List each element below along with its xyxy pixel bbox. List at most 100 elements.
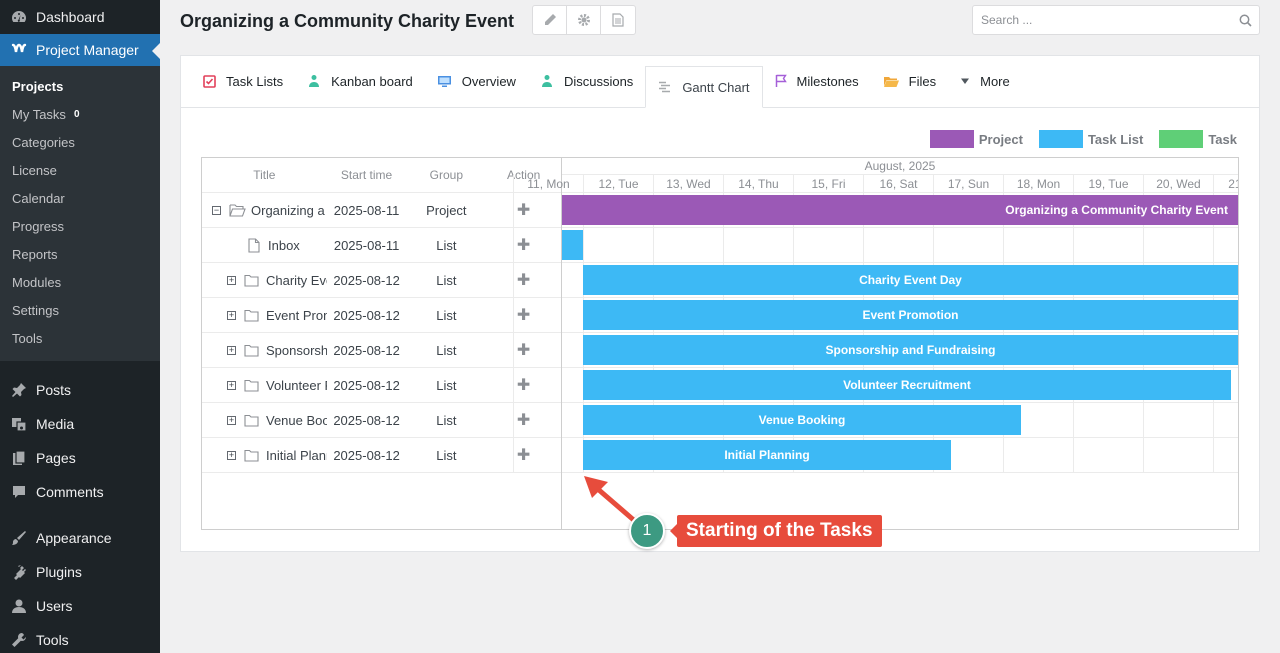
row-title[interactable]: + Sponsorship and Fundraising bbox=[202, 343, 327, 358]
expand-toggle[interactable]: + bbox=[227, 310, 236, 320]
row-group: Project bbox=[426, 202, 467, 218]
table-row[interactable]: + Venue Booking 2025-08-12 List ✚ bbox=[202, 403, 561, 438]
task-list-bar[interactable]: Initial Planning bbox=[583, 440, 951, 470]
expand-toggle[interactable]: + bbox=[227, 345, 236, 355]
settings-button[interactable] bbox=[567, 6, 601, 34]
add-button[interactable]: ✚ bbox=[486, 200, 561, 220]
table-row[interactable]: Inbox 2025-08-11 List ✚ bbox=[202, 228, 561, 263]
submenu-my-tasks[interactable]: My Tasks 0 bbox=[0, 101, 160, 129]
row-title[interactable]: + Charity Event Day bbox=[202, 273, 327, 288]
submenu-label: Projects bbox=[12, 79, 64, 94]
admin-sidebar: Dashboard Project Manager Projects My Ta… bbox=[0, 0, 160, 653]
add-button[interactable]: ✚ bbox=[486, 270, 561, 290]
submenu-label: Reports bbox=[12, 247, 58, 262]
submenu-projects[interactable]: Projects bbox=[0, 73, 160, 101]
tab-overview[interactable]: Overview bbox=[425, 55, 528, 107]
menu-project-manager[interactable]: Project Manager bbox=[0, 34, 160, 66]
add-button[interactable]: ✚ bbox=[486, 235, 561, 255]
task-list-bar[interactable]: Charity Event Day bbox=[583, 265, 1238, 295]
row-title[interactable]: + Volunteer Recruitment bbox=[202, 378, 327, 393]
expand-toggle[interactable]: + bbox=[227, 380, 236, 390]
add-button[interactable]: ✚ bbox=[486, 445, 561, 465]
collapse-toggle[interactable]: − bbox=[212, 205, 221, 215]
add-button[interactable]: ✚ bbox=[486, 375, 561, 395]
add-button[interactable]: ✚ bbox=[486, 305, 561, 325]
folder-icon bbox=[244, 414, 259, 427]
table-row[interactable]: + Sponsorship and Fundraising 2025-08-12 Li… bbox=[202, 333, 561, 368]
menu-dashboard[interactable]: Dashboard bbox=[0, 0, 160, 34]
submenu-tools[interactable]: Tools bbox=[0, 325, 160, 353]
submenu-settings[interactable]: Settings bbox=[0, 297, 160, 325]
col-start-time[interactable]: Start time bbox=[327, 158, 407, 192]
row-title-text: Venue Booking bbox=[266, 412, 327, 428]
folder-icon bbox=[244, 309, 259, 322]
gear-icon bbox=[577, 14, 590, 26]
submenu-modules[interactable]: Modules bbox=[0, 269, 160, 297]
tab-label: Overview bbox=[461, 73, 516, 89]
tab-more[interactable]: More bbox=[948, 55, 1022, 107]
project-manager-submenu: Projects My Tasks 0 Categories License Ca… bbox=[0, 66, 160, 361]
project-panel: Task Lists Kanban board Overview Discuss… bbox=[180, 55, 1260, 552]
row-title[interactable]: + Event Promotion bbox=[202, 308, 327, 323]
tab-files[interactable]: Files bbox=[871, 55, 948, 107]
timeline-day: 12, Tue bbox=[583, 175, 653, 193]
menu-pages[interactable]: Pages bbox=[0, 441, 160, 475]
timeline-day: 18, Mon bbox=[1003, 175, 1073, 193]
search-input[interactable] bbox=[973, 13, 1231, 27]
submenu-calendar[interactable]: Calendar bbox=[0, 185, 160, 213]
monitor-icon bbox=[437, 75, 452, 88]
row-title-text: Event Promotion bbox=[266, 307, 327, 323]
submenu-categories[interactable]: Categories bbox=[0, 129, 160, 157]
legend-swatch-task-list bbox=[1038, 130, 1083, 148]
submenu-reports[interactable]: Reports bbox=[0, 241, 160, 269]
row-title[interactable]: Inbox bbox=[202, 238, 327, 253]
menu-media[interactable]: Media bbox=[0, 407, 160, 441]
menu-media-label: Media bbox=[36, 416, 75, 432]
row-group: List bbox=[436, 272, 457, 288]
add-button[interactable]: ✚ bbox=[486, 340, 561, 360]
submenu-license[interactable]: License bbox=[0, 157, 160, 185]
expand-toggle[interactable]: + bbox=[227, 415, 236, 425]
row-title[interactable]: − Organizing a Community Charity Event bbox=[202, 203, 327, 218]
submenu-progress[interactable]: Progress bbox=[0, 213, 160, 241]
col-title[interactable]: Title bbox=[202, 158, 327, 192]
menu-users[interactable]: Users bbox=[0, 589, 160, 623]
tab-kanban[interactable]: Kanban board bbox=[295, 55, 425, 107]
task-list-bar[interactable]: Venue Booking bbox=[583, 405, 1021, 435]
task-list-bar[interactable]: Sponsorship and Fundraising bbox=[583, 335, 1238, 365]
row-title-text: Volunteer Recruitment bbox=[266, 377, 327, 393]
task-list-bar[interactable]: Event Promotion bbox=[583, 300, 1238, 330]
table-row[interactable]: + Charity Event Day 2025-08-12 List ✚ bbox=[202, 263, 561, 298]
table-row[interactable]: + Event Promotion 2025-08-12 List ✚ bbox=[202, 298, 561, 333]
expand-toggle[interactable]: + bbox=[227, 450, 236, 460]
tab-discussions[interactable]: Discussions bbox=[528, 55, 645, 107]
tab-milestones[interactable]: Milestones bbox=[763, 55, 871, 107]
menu-appearance[interactable]: Appearance bbox=[0, 521, 160, 555]
search-icon[interactable] bbox=[1231, 14, 1259, 27]
menu-posts-label: Posts bbox=[36, 382, 72, 398]
edit-button[interactable] bbox=[533, 6, 567, 34]
tab-label: Files bbox=[908, 73, 937, 89]
row-title[interactable]: + Venue Booking bbox=[202, 413, 327, 428]
comment-icon bbox=[10, 483, 28, 501]
caret-down-icon bbox=[960, 77, 970, 85]
col-group[interactable]: Group bbox=[406, 158, 486, 192]
table-row[interactable]: + Volunteer Recruitment 2025-08-12 List ✚ bbox=[202, 368, 561, 403]
table-row[interactable]: + Initial Planning 2025-08-12 List ✚ bbox=[202, 438, 561, 473]
task-list-bar[interactable]: Inbox bbox=[562, 230, 583, 260]
table-row[interactable]: − Organizing a Community Charity Event 202… bbox=[202, 193, 561, 228]
expand-toggle[interactable]: + bbox=[227, 275, 236, 285]
document-button[interactable] bbox=[601, 6, 635, 34]
legend-swatch-task bbox=[1159, 130, 1204, 148]
tab-gantt-chart[interactable]: Gantt Chart bbox=[645, 66, 763, 108]
task-list-bar[interactable]: Volunteer Recruitment bbox=[583, 370, 1231, 400]
add-button[interactable]: ✚ bbox=[486, 410, 561, 430]
row-title[interactable]: + Initial Planning bbox=[202, 448, 327, 463]
menu-posts[interactable]: Posts bbox=[0, 373, 160, 407]
menu-tools[interactable]: Tools bbox=[0, 623, 160, 653]
tab-task-lists[interactable]: Task Lists bbox=[191, 55, 295, 107]
menu-comments[interactable]: Comments bbox=[0, 475, 160, 509]
timeline-body: Organizing a Community Charity Event Inbo… bbox=[513, 193, 1238, 529]
menu-plugins[interactable]: Plugins bbox=[0, 555, 160, 589]
project-bar[interactable]: Organizing a Community Charity Event bbox=[562, 195, 1238, 225]
